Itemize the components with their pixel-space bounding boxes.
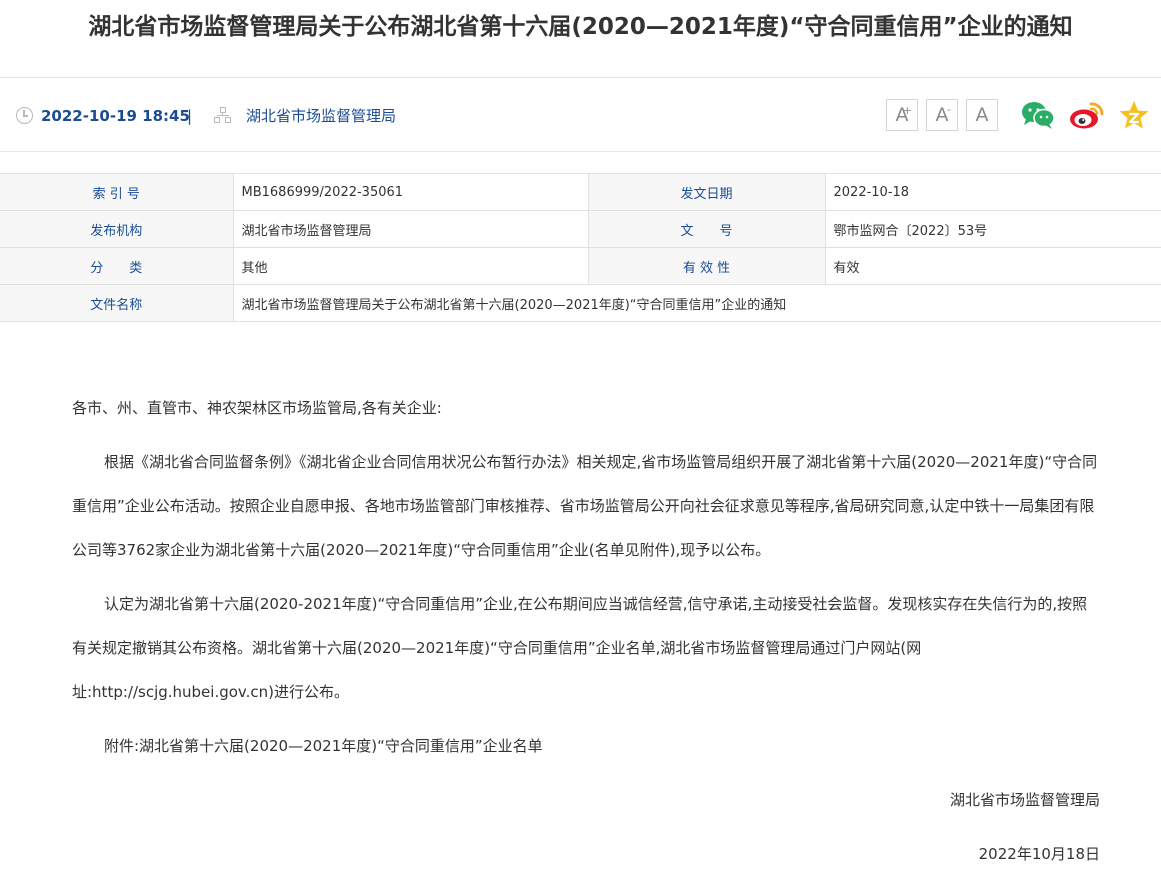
body-paragraph-2: 认定为湖北省第十六届(2020-2021年度)“守合同重信用”企业,在公布期间应… (72, 595, 1088, 701)
table-row: 文件名称 湖北省市场监督管理局关于公布湖北省第十六届(2020—2021年度)“… (0, 284, 1161, 322)
font-reset-button[interactable]: A (966, 99, 998, 131)
greeting: 各市、州、直管市、神农架林区市场监管局,各有关企业: (72, 399, 442, 417)
validity-label: 有 效 性 (587, 247, 826, 285)
category-label: 分 类 (0, 247, 234, 285)
pubdate-label: 发文日期 (587, 173, 826, 211)
plus-mark: + (902, 104, 912, 117)
issuer-label: 发布机构 (0, 210, 234, 248)
filename-label: 文件名称 (0, 284, 234, 322)
category-value: 其他 (232, 247, 589, 285)
font-decrease-button[interactable]: A- (926, 99, 958, 131)
table-row: 发布机构 湖北省市场监督管理局 文 号 鄂市监网合〔2022〕53号 (0, 210, 1161, 248)
body-paragraph-1: 根据《湖北省合同监督条例》《湖北省企业合同信用状况公布暂行办法》相关规定,省市场… (72, 453, 1098, 559)
article-meta: 2022-10-19 18:45 | 湖北省市场监督管理局 A + A- A (0, 96, 1161, 136)
favorite-icon[interactable] (1118, 100, 1150, 130)
validity-value: 有效 (824, 247, 1161, 285)
index-value: MB1686999/2022-35061 (232, 173, 589, 211)
meta-separator: | (187, 107, 193, 125)
divider (0, 151, 1161, 152)
font-reset-label: A (975, 104, 989, 126)
wechat-icon[interactable] (1021, 100, 1055, 130)
pubdate-value: 2022-10-18 (824, 173, 1161, 211)
divider (0, 77, 1161, 78)
font-increase-button[interactable]: A + (886, 99, 918, 131)
document-info-table: 索 引 号 MB1686999/2022-35061 发文日期 2022-10-… (0, 173, 1161, 322)
article-source: 湖北省市场监督管理局 (246, 107, 397, 125)
filename-value: 湖北省市场监督管理局关于公布湖北省第十六届(2020—2021年度)“守合同重信… (232, 284, 1161, 322)
signature-org: 湖北省市场监督管理局 (949, 791, 1100, 809)
article-title: 湖北省市场监督管理局关于公布湖北省第十六届(2020—2021年度)“守合同重信… (88, 14, 1073, 40)
docno-label: 文 号 (587, 210, 826, 248)
clock-icon (16, 107, 33, 124)
attachment-line: 附件:湖北省第十六届(2020—2021年度)“守合同重信用”企业名单 (104, 737, 543, 755)
docno-value: 鄂市监网合〔2022〕53号 (824, 210, 1161, 248)
table-row: 分 类 其他 有 效 性 有效 (0, 247, 1161, 285)
publish-date: 2022-10-19 18:45 (41, 107, 190, 125)
index-label: 索 引 号 (0, 173, 234, 211)
signature-date: 2022年10月18日 (978, 845, 1100, 863)
issuer-value: 湖北省市场监督管理局 (232, 210, 589, 248)
weibo-icon[interactable] (1069, 100, 1105, 130)
organization-icon (214, 107, 232, 124)
table-row: 索 引 号 MB1686999/2022-35061 发文日期 2022-10-… (0, 173, 1161, 211)
minus-mark: - (947, 103, 951, 116)
